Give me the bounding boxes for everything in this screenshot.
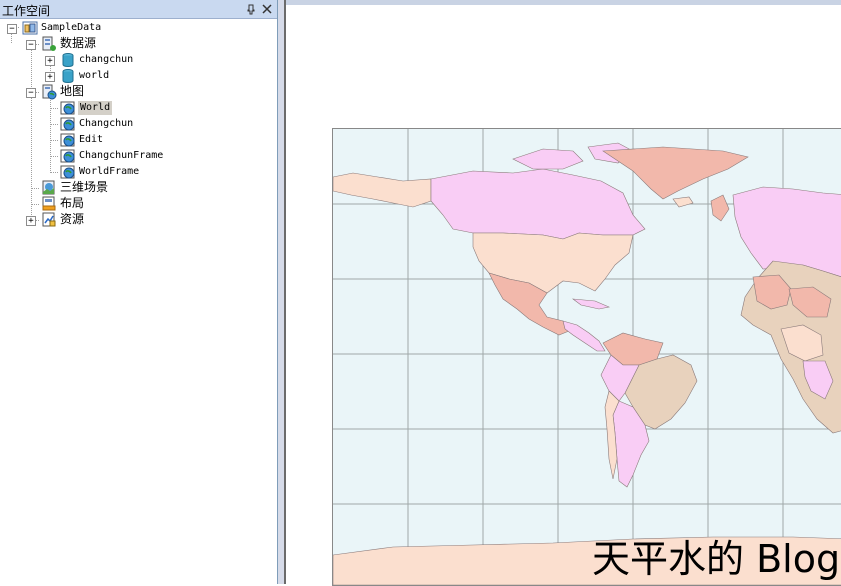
datasource-db-icon: [60, 52, 76, 68]
panel-titlebar: 工作空间: [0, 0, 277, 19]
tree-node-label: 布局: [60, 196, 85, 210]
tree-node-label: world: [79, 70, 110, 81]
datasources-icon: [41, 36, 57, 52]
collapse-maps-toggle[interactable]: −: [26, 88, 36, 98]
expand-resources-toggle[interactable]: +: [26, 216, 36, 226]
maps-icon: [41, 84, 57, 100]
collapse-datasources-toggle[interactable]: −: [26, 40, 36, 50]
tree-node-label: SampleData: [41, 22, 102, 33]
workspace-panel: 工作空间 − − + + − + SampleData 数据源 changchu…: [0, 0, 278, 584]
map-globe-icon: [60, 100, 76, 116]
scene-icon: [41, 180, 57, 196]
resources-icon: [41, 212, 57, 228]
map-window-tabstrip: [286, 0, 841, 5]
close-icon[interactable]: [260, 2, 274, 16]
tree-node-label: ChangchunFrame: [79, 150, 164, 161]
tree-node-label: Edit: [79, 134, 104, 145]
expand-changchun-toggle[interactable]: +: [45, 56, 55, 66]
map-globe-icon: [60, 164, 76, 180]
tree-node-label: World: [78, 101, 113, 115]
tree-node-label: 资源: [60, 212, 85, 226]
tree-node-label: Changchun: [79, 118, 134, 129]
tree-node-label: 三维场景: [60, 180, 109, 194]
datasource-db-icon: [60, 68, 76, 84]
map-globe-icon: [60, 116, 76, 132]
collapse-root-toggle[interactable]: −: [7, 24, 17, 34]
tree-node-label: changchun: [79, 54, 134, 65]
map-window: [284, 0, 841, 586]
layout-icon: [41, 196, 57, 212]
expand-world-toggle[interactable]: +: [45, 72, 55, 82]
blog-watermark: 天平水的 Blog: [592, 537, 841, 581]
map-globe-icon: [60, 132, 76, 148]
panel-title: 工作空间: [2, 4, 51, 18]
workspace-tree: − − + + − + SampleData 数据源 changchun wor…: [0, 19, 277, 584]
tree-node-label: 数据源: [60, 36, 97, 50]
map-canvas[interactable]: [332, 128, 841, 586]
tree-node-label: WorldFrame: [79, 166, 140, 177]
map-globe-icon: [60, 148, 76, 164]
pin-icon[interactable]: [244, 2, 258, 16]
tree-node-label: 地图: [60, 84, 85, 98]
workspace-icon: [22, 20, 38, 36]
